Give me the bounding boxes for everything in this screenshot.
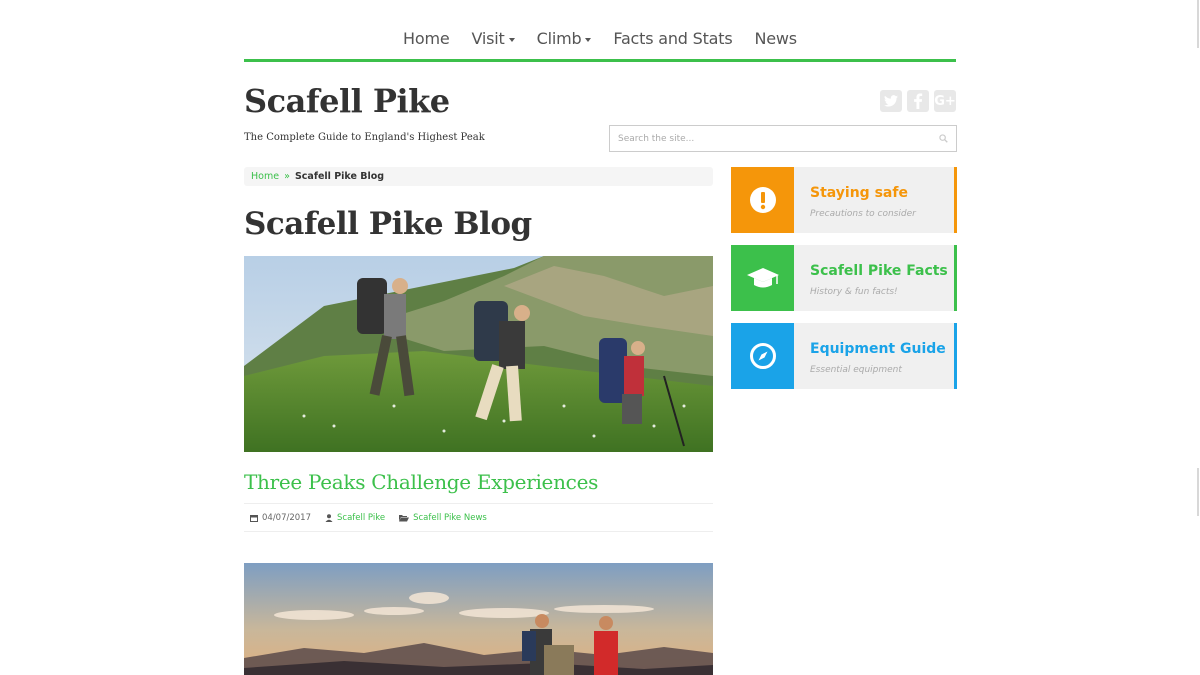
sidebar-box-staying-safe[interactable]: Staying safe Precautions to consider — [731, 167, 957, 233]
search-input[interactable] — [610, 126, 910, 151]
post-featured-image[interactable] — [244, 563, 713, 675]
post-featured-image[interactable] — [244, 256, 713, 452]
post-author: Scafell Pike — [325, 513, 385, 523]
sidebar-box-title: Staying safe — [810, 185, 908, 201]
nav-item-climb[interactable]: Climb — [526, 29, 603, 48]
calendar-icon — [250, 514, 258, 522]
post-date: 04/07/2017 — [250, 513, 311, 523]
sidebar-box-subtitle: Precautions to consider — [810, 209, 916, 219]
facebook-icon[interactable] — [907, 90, 929, 112]
nav-item-home[interactable]: Home — [392, 29, 460, 48]
sidebar-box-subtitle: History & fun facts! — [810, 287, 898, 297]
twitter-icon[interactable] — [880, 90, 902, 112]
sidebar-box-title: Equipment Guide — [810, 341, 946, 357]
post-title-link[interactable]: Three Peaks Challenge Experiences — [244, 470, 598, 494]
post-date-text: 04/07/2017 — [262, 512, 311, 523]
main-navigation: Home Visit Climb Facts and Stats News — [244, 0, 956, 62]
nav-item-news[interactable]: News — [744, 29, 808, 48]
scrollbar-thumb[interactable] — [1197, 468, 1199, 516]
post-meta: 04/07/2017 Scafell Pike Scafell Pike New… — [244, 503, 713, 532]
search-box — [609, 125, 957, 152]
scrollbar-thumb[interactable] — [1197, 0, 1199, 48]
compass-icon — [731, 323, 794, 389]
breadcrumb: Home » Scafell Pike Blog — [244, 167, 713, 186]
site-tagline: The Complete Guide to England's Highest … — [244, 132, 485, 143]
google-plus-icon[interactable]: G+ — [934, 90, 956, 112]
caret-down-icon — [508, 37, 515, 42]
nav-item-label: Visit — [471, 29, 505, 48]
nav-item-label: Climb — [536, 29, 582, 48]
nav-item-label: News — [754, 29, 798, 48]
site-title[interactable]: Scafell Pike — [244, 82, 450, 120]
post-category-link[interactable]: Scafell Pike News — [413, 513, 487, 523]
breadcrumb-separator: » — [284, 171, 290, 182]
nav-item-label: Home — [403, 29, 450, 48]
nav-item-facts-and-stats[interactable]: Facts and Stats — [602, 29, 743, 48]
sidebar-box-title: Scafell Pike Facts — [810, 263, 948, 279]
graduation-cap-icon — [731, 245, 794, 311]
nav-item-visit[interactable]: Visit — [461, 29, 526, 48]
post-author-link[interactable]: Scafell Pike — [337, 513, 385, 523]
nav-item-label: Facts and Stats — [613, 29, 733, 48]
user-icon — [325, 513, 333, 522]
sidebar-box-scafell-pike-facts[interactable]: Scafell Pike Facts History & fun facts! — [731, 245, 957, 311]
search-icon[interactable] — [939, 134, 948, 143]
breadcrumb-home-link[interactable]: Home — [251, 171, 279, 182]
caret-down-icon — [585, 37, 592, 42]
sidebar-box-subtitle: Essential equipment — [810, 365, 902, 375]
page-scrollbar[interactable] — [1196, 0, 1200, 675]
post-category: Scafell Pike News — [399, 513, 487, 523]
exclamation-icon — [731, 167, 794, 233]
folder-open-icon — [399, 514, 410, 521]
social-links: G+ — [880, 90, 956, 112]
breadcrumb-current: Scafell Pike Blog — [294, 171, 385, 182]
sidebar-box-equipment-guide[interactable]: Equipment Guide Essential equipment — [731, 323, 957, 389]
page-title: Scafell Pike Blog — [244, 206, 532, 242]
